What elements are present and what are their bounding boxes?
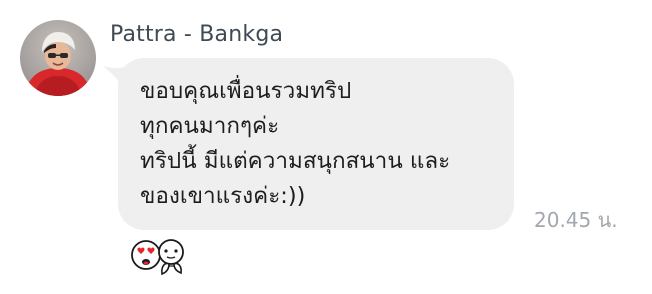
message-bubble[interactable]: ขอบคุณเพื่อนรวมทริป ทุกคนมากๆค่ะ ทริปนี้… (118, 58, 514, 230)
sender-name[interactable]: Pattra - Bankga (110, 22, 283, 47)
chat-message-row: Pattra - Bankga ขอบคุณเพื่อนรวมทริป ทุกค… (0, 0, 652, 294)
message-line: ของเขาแรงค่ะ:)) (140, 183, 306, 209)
avatar-photo-icon (20, 20, 96, 96)
message-line: ขอบคุณเพื่อนรวมทริป (140, 78, 352, 104)
message-line: ทริปนี้ มีแต่ความสนุกสนาน และ (140, 148, 451, 174)
love-eyes-sticker-icon[interactable] (129, 236, 193, 276)
message-timestamp: 20.45 น. (534, 208, 618, 232)
sender-avatar[interactable] (20, 20, 96, 96)
message-line: ทุกคนมากๆค่ะ (140, 113, 280, 139)
